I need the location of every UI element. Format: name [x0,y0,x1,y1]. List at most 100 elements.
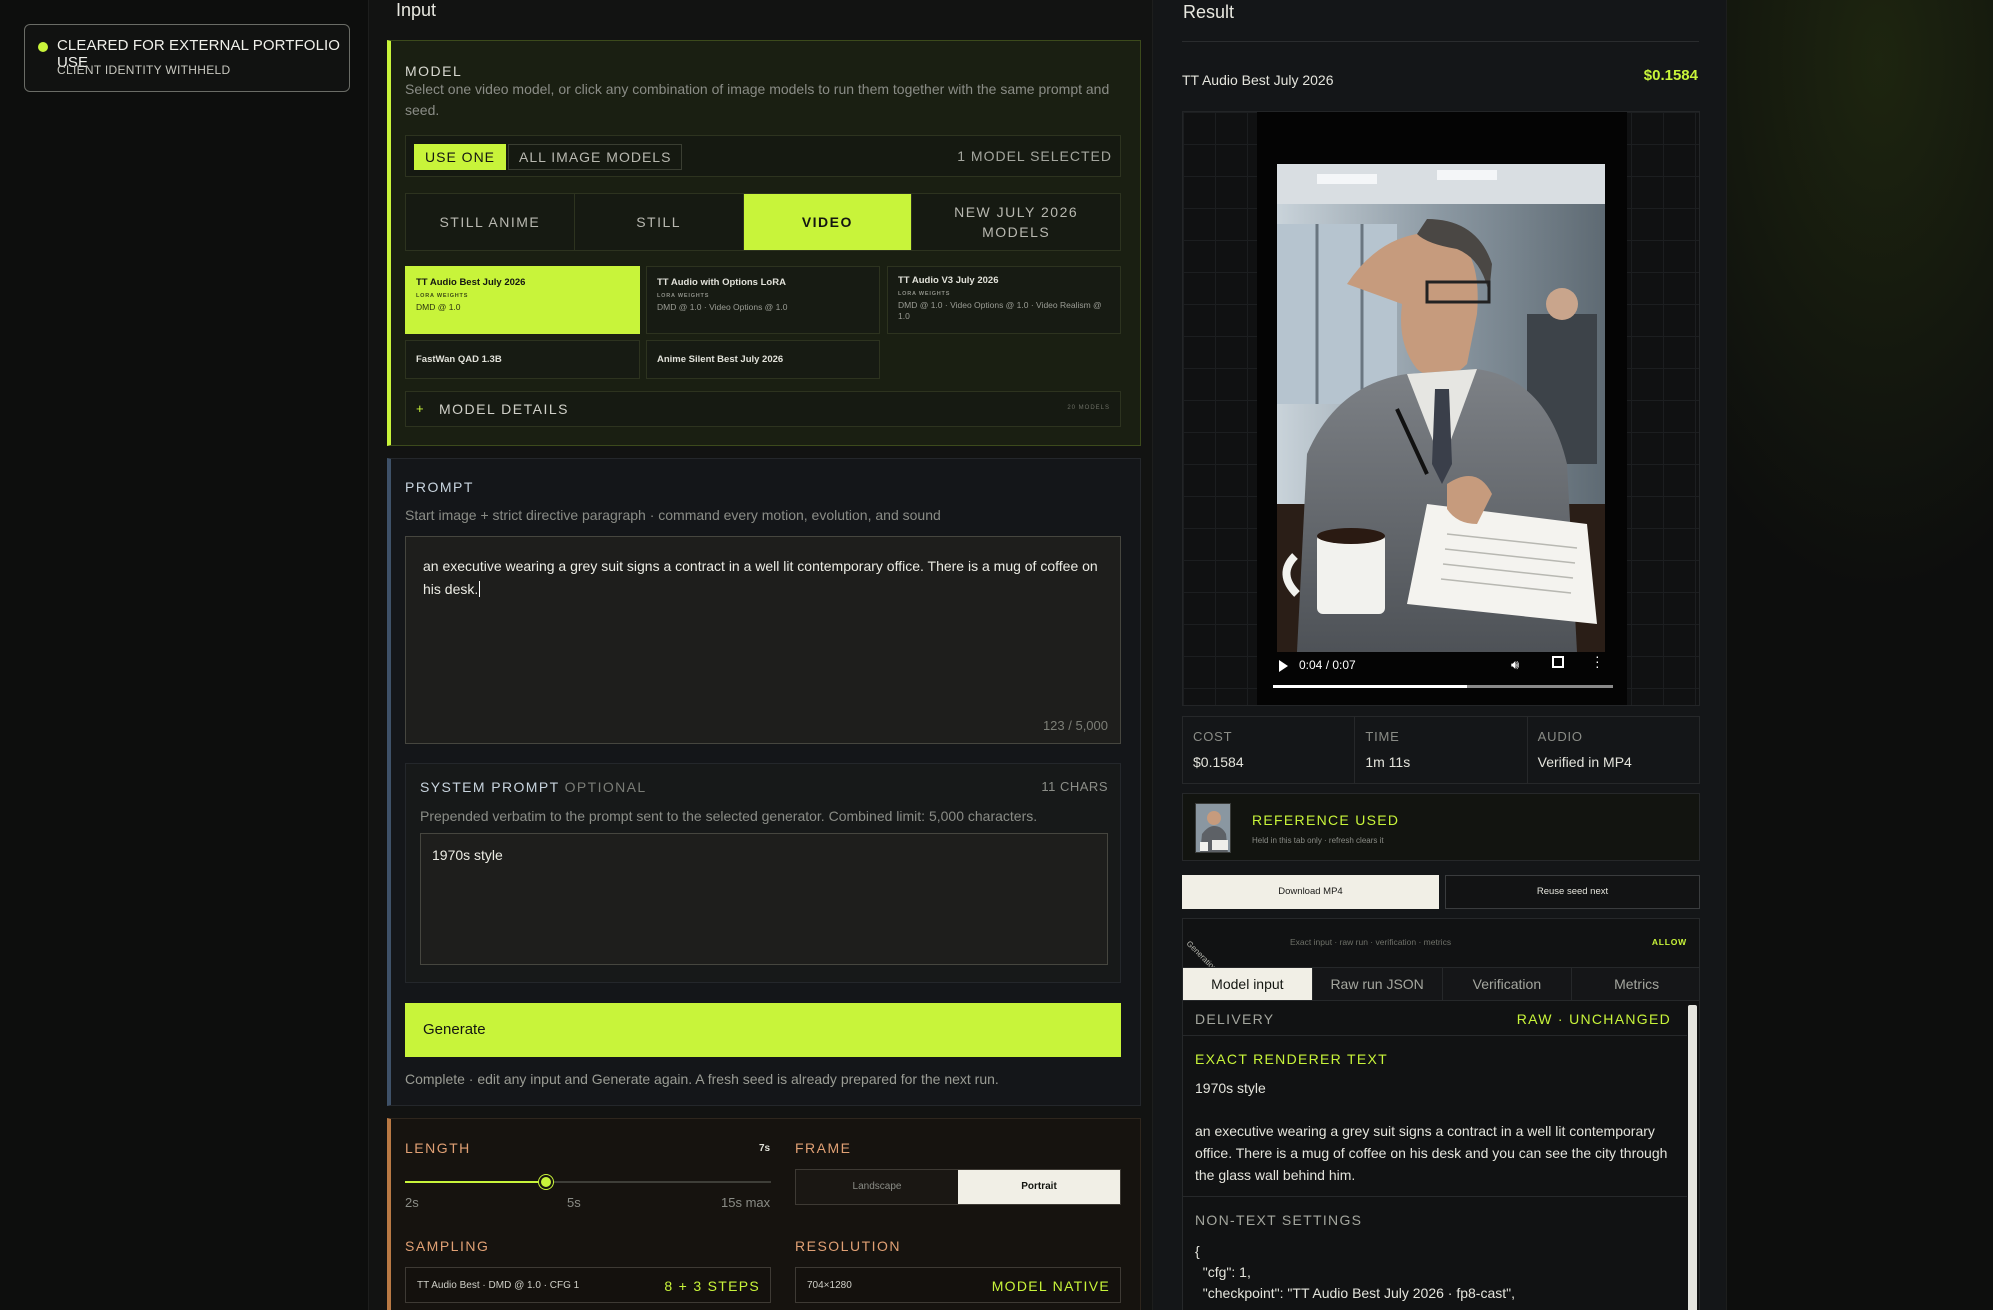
generate-button[interactable]: Generate [405,1003,1121,1057]
model-details-toggle[interactable]: + MODEL DETAILS 20 MODELS [405,391,1121,427]
model-card[interactable]: TT Audio Best July 2026 LORA WEIGHTS DMD… [405,266,640,334]
model-card-specs: DMD @ 1.0 · Video Options @ 1.0 · Video … [898,300,1102,321]
stat-label: TIME [1365,729,1400,744]
sampling-value: TT Audio Best · DMD @ 1.0 · CFG 1 [417,1280,580,1291]
system-prompt-textarea[interactable]: 1970s style [420,833,1108,965]
non-text-settings-json: { "cfg": 1, "checkpoint": "TT Audio Best… [1195,1243,1515,1301]
model-card-weights: LORA WEIGHTS [416,293,469,299]
tab-model-input[interactable]: Model input [1183,968,1313,1000]
video-preview-frame: 0:04 / 0:07 🔊︎ · · · [1182,111,1700,706]
length-slider[interactable] [405,1175,771,1189]
length-slider-handle[interactable] [538,1175,553,1189]
result-price: $0.1584 [1643,67,1698,84]
stat-label: AUDIO [1537,729,1583,744]
model-card-name: FastWan QAD 1.3B [416,354,502,365]
system-prompt-section: SYSTEM PROMPT OPTIONAL 11 CHARS Prepende… [405,763,1121,983]
model-card-weights: LORA WEIGHTS [898,291,951,297]
divider [1183,1196,1687,1197]
model-mode-row: USE ONE ALL IMAGE MODELS 1 MODEL SELECTE… [405,135,1121,177]
sampling-select[interactable]: TT Audio Best · DMD @ 1.0 · CFG 1 8 + 3 … [405,1267,771,1303]
badge-subtitle: CLIENT IDENTITY WITHHELD [57,63,231,77]
optional-tag: OPTIONAL [564,779,647,795]
length-label: LENGTH [405,1140,471,1156]
tab-new-july-2026-models[interactable]: NEW JULY 2026 MODELS [912,194,1120,250]
details-tabs: Model input Raw run JSON Verification Me… [1183,967,1699,1001]
result-model-name: TT Audio Best July 2026 [1182,72,1334,88]
stat-time: TIME 1m 11s [1355,717,1528,783]
system-prompt-char-count: 11 CHARS [1041,779,1108,794]
tab-video[interactable]: VIDEO [743,194,913,250]
divider [1182,41,1699,42]
delivery-state: RAW · UNCHANGED [1516,1011,1671,1027]
use-one-button[interactable]: USE ONE [414,144,507,170]
length-tick-max: 15s max [721,1195,771,1210]
tab-verification[interactable]: Verification [1442,968,1573,1000]
divider [1183,1035,1687,1036]
generation-details-panel: Generation details Exact input · raw run… [1182,918,1700,1310]
all-image-models-button[interactable]: ALL IMAGE MODELS [508,144,683,170]
reuse-seed-button[interactable]: Reuse seed next [1445,875,1700,909]
reference-thumbnail [1195,803,1231,853]
reference-subtitle: Held in this tab only · refresh clears i… [1252,836,1384,845]
frame-landscape-option[interactable]: Landscape [796,1170,958,1204]
model-label: MODEL [405,63,463,79]
frame-toggle: Landscape Portrait [795,1169,1121,1205]
system-prompt-description: Prepended verbatim to the prompt sent to… [420,808,1038,824]
reference-title: REFERENCE USED [1252,812,1400,828]
tab-still-anime[interactable]: STILL ANIME [406,194,575,250]
exact-renderer-system: 1970s style [1195,1080,1266,1096]
download-mp4-button[interactable]: Download MP4 [1182,875,1439,909]
stat-value: 1m 11s [1365,754,1411,770]
video-time: 0:04 / 0:07 [1299,658,1356,672]
prompt-textarea[interactable]: an executive wearing a grey suit signs a… [405,536,1121,744]
tab-still[interactable]: STILL [574,194,744,250]
model-card-weights: LORA WEIGHTS [657,293,710,299]
frame-portrait-option[interactable]: Portrait [958,1170,1120,1204]
details-meta: Exact input · raw run · verification · m… [1290,937,1452,947]
resolution-value: 704×1280 [807,1280,852,1291]
plus-icon: + [416,401,424,416]
more-options-icon[interactable]: · · · [1595,649,1600,673]
frame-label: FRAME [795,1140,852,1156]
length-tick-mid: 5s [567,1195,581,1210]
resolution-label: RESOLUTION [795,1238,902,1254]
play-icon[interactable] [1279,660,1288,672]
resolution-note: MODEL NATIVE [991,1278,1110,1294]
details-scrollbar[interactable] [1688,1005,1697,1310]
tab-raw-run-json[interactable]: Raw run JSON [1312,968,1443,1000]
prompt-panel: PROMPT Start image + strict directive pa… [387,458,1141,1106]
model-card[interactable]: TT Audio V3 July 2026 LORA WEIGHTS DMD @… [887,266,1121,334]
length-slider-fill [405,1181,546,1183]
generate-status-note: Complete · edit any input and Generate a… [405,1071,999,1087]
volume-icon[interactable]: 🔊︎ [1511,657,1519,673]
input-title: Input [396,0,437,20]
model-card[interactable]: Anime Silent Best July 2026 [646,340,880,379]
tab-metrics[interactable]: Metrics [1572,968,1699,1000]
video-progress-bar[interactable] [1273,685,1613,688]
render-settings-panel: LENGTH 7s 2s 5s 15s max FRAME Landscape … [387,1118,1141,1310]
model-card[interactable]: TT Audio with Options LoRA LORA WEIGHTS … [646,266,880,334]
model-card[interactable]: FastWan QAD 1.3B [405,340,640,379]
video-frame-image [1277,164,1605,652]
text-caret [479,581,481,597]
fullscreen-icon[interactable] [1552,656,1564,668]
non-text-settings-label: NON-TEXT SETTINGS [1195,1212,1363,1228]
model-details-count: 20 MODELS [1067,405,1110,411]
status-dot-icon [38,42,48,52]
prompt-char-count: 123 / 5,000 [1042,718,1108,733]
stat-value: $0.1584 [1193,754,1244,770]
video-player[interactable]: 0:04 / 0:07 🔊︎ · · · [1257,112,1627,705]
system-prompt-header: SYSTEM PROMPT OPTIONAL [420,779,647,795]
reference-used-card: REFERENCE USED Held in this tab only · r… [1182,793,1700,861]
allow-button[interactable]: ALLOW [1652,937,1687,947]
resolution-select[interactable]: 704×1280 MODEL NATIVE [795,1267,1121,1303]
delivery-label: DELIVERY [1195,1011,1275,1027]
model-card-specs: DMD @ 1.0 [416,302,461,312]
model-card-name: Anime Silent Best July 2026 [657,354,784,365]
input-column: Input MODEL Select one video model, or c… [368,0,1153,1310]
prompt-description: Start image + strict directive paragraph… [405,507,941,523]
video-progress-fill [1273,685,1467,688]
sampling-label: SAMPLING [405,1238,490,1254]
stat-audio: AUDIO Verified in MP4 [1528,717,1699,783]
exact-renderer-prompt: an executive wearing a grey suit signs a… [1195,1123,1668,1183]
